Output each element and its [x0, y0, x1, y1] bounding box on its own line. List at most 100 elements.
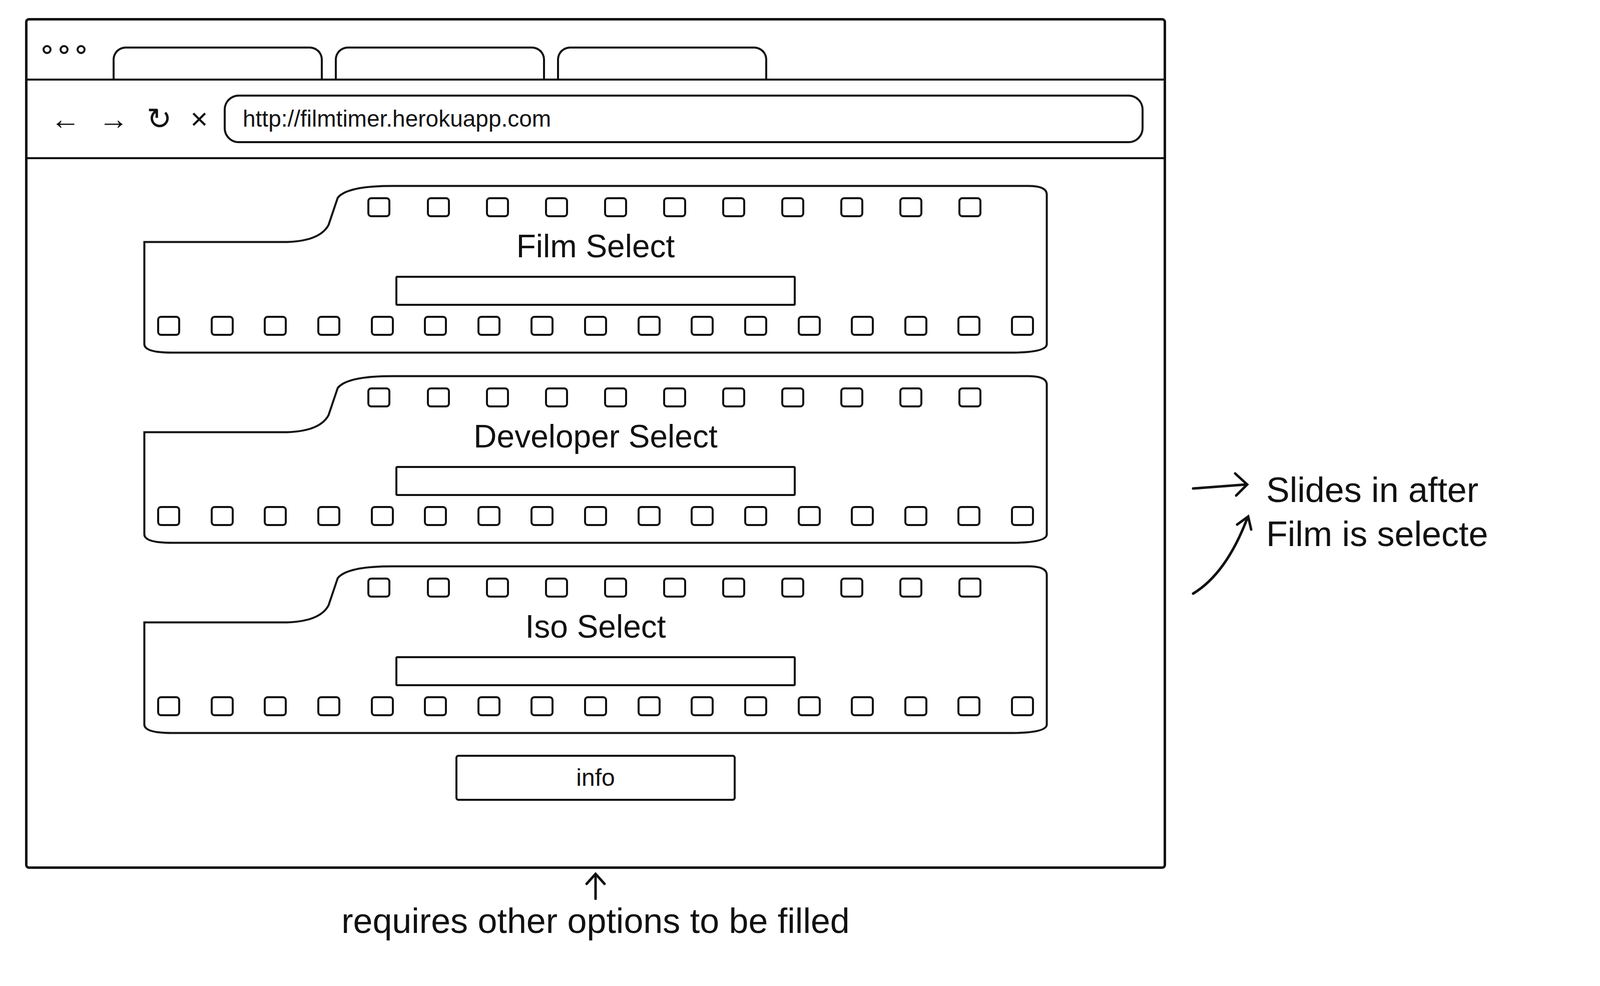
sprocket-hole-icon — [958, 577, 982, 598]
sprocket-hole-icon — [530, 696, 554, 717]
film-outline-icon — [135, 564, 1056, 735]
info-button[interactable]: info — [455, 754, 736, 801]
sprocket-hole-icon — [797, 505, 821, 526]
annotation-line: Film is selecte — [1266, 512, 1488, 557]
forward-button[interactable]: → — [95, 102, 132, 136]
sprocket-hole-icon — [477, 315, 501, 336]
side-note: Slides in afterFilm is selecte — [1191, 458, 1488, 609]
sprocket-hole-icon — [423, 696, 447, 717]
sprocket-hole-icon — [840, 577, 864, 598]
panel-body: Developer Select — [157, 387, 1034, 526]
sprocket-hole-icon — [426, 197, 450, 218]
select-field[interactable] — [395, 275, 796, 306]
back-button[interactable]: ← — [47, 102, 84, 136]
sprocket-hole-icon — [477, 696, 501, 717]
sprocket-hole-icon — [485, 387, 509, 408]
sprocket-hole-icon — [781, 577, 805, 598]
sprocket-hole-icon — [957, 696, 981, 717]
sprocket-hole-icon — [317, 696, 341, 717]
page: ← → ↻ × http://filmtimer.herokuapp.com Film S… — [0, 0, 1600, 986]
sprocket-hole-icon — [157, 696, 181, 717]
select-field[interactable] — [395, 465, 796, 496]
sprocket-hole-icon — [370, 505, 394, 526]
annotation: requires other options to be filled — [341, 899, 850, 942]
sprocket-hole-icon — [722, 577, 746, 598]
sprocket-hole-icon — [604, 197, 628, 218]
browser-tab[interactable] — [112, 46, 323, 79]
sprocket-row — [157, 696, 1034, 717]
sprocket-hole-icon — [423, 505, 447, 526]
sprocket-hole-icon — [663, 577, 687, 598]
select-field[interactable] — [395, 656, 796, 687]
sprocket-hole-icon — [781, 387, 805, 408]
url-field[interactable]: http://filmtimer.herokuapp.com — [223, 94, 1144, 144]
panel-title: Developer Select — [157, 417, 1034, 456]
sprocket-hole-icon — [904, 315, 928, 336]
panel-title: Film Select — [157, 227, 1034, 266]
sprocket-hole-icon — [210, 315, 234, 336]
window-dot-icon[interactable] — [76, 45, 86, 55]
sprocket-hole-icon — [604, 387, 628, 408]
sprocket-hole-icon — [1010, 696, 1034, 717]
sprocket-hole-icon — [367, 577, 391, 598]
sprocket-hole-icon — [781, 197, 805, 218]
sprocket-hole-icon — [367, 197, 391, 218]
bottom-note: requires other options to be filled — [25, 871, 1167, 942]
sprocket-hole-icon — [210, 696, 234, 717]
browser-tab[interactable] — [557, 46, 768, 79]
window-controls — [42, 45, 86, 55]
annotation: Slides in afterFilm is selecte — [1266, 458, 1488, 557]
window-dot-icon[interactable] — [59, 45, 69, 55]
sprocket-hole-icon — [584, 696, 608, 717]
sprocket-hole-icon — [317, 315, 341, 336]
sprocket-hole-icon — [485, 577, 509, 598]
sprocket-row — [367, 577, 981, 598]
browser-tab[interactable] — [334, 46, 546, 79]
panel-body: Film Select — [157, 197, 1034, 336]
sprocket-hole-icon — [367, 387, 391, 408]
stop-button[interactable]: × — [186, 102, 212, 136]
sprocket-row — [367, 387, 981, 408]
sprocket-hole-icon — [637, 505, 661, 526]
sprocket-hole-icon — [370, 696, 394, 717]
sprocket-hole-icon — [797, 315, 821, 336]
sprocket-hole-icon — [722, 197, 746, 218]
sprocket-hole-icon — [958, 197, 982, 218]
sprocket-hole-icon — [477, 505, 501, 526]
sprocket-hole-icon — [530, 505, 554, 526]
tab-strip — [27, 20, 1164, 81]
sprocket-hole-icon — [604, 577, 628, 598]
sprocket-hole-icon — [210, 505, 234, 526]
sprocket-hole-icon — [690, 315, 714, 336]
sprocket-hole-icon — [1010, 505, 1034, 526]
sprocket-hole-icon — [637, 315, 661, 336]
sprocket-hole-icon — [957, 505, 981, 526]
sprocket-hole-icon — [850, 315, 874, 336]
sprocket-hole-icon — [663, 197, 687, 218]
window-dot-icon[interactable] — [42, 45, 52, 55]
sprocket-hole-icon — [957, 315, 981, 336]
sprocket-hole-icon — [840, 197, 864, 218]
sprocket-hole-icon — [744, 505, 768, 526]
top-area: ← → ↻ × http://filmtimer.herokuapp.com Film S… — [25, 18, 1585, 869]
sprocket-hole-icon — [545, 387, 569, 408]
panel-body: Iso Select — [157, 577, 1034, 717]
sprocket-hole-icon — [545, 577, 569, 598]
sprocket-hole-icon — [840, 387, 864, 408]
reload-button[interactable]: ↻ — [143, 102, 175, 136]
content-area: Film Select Developer Select Iso Select inf… — [27, 159, 1164, 821]
sprocket-hole-icon — [722, 387, 746, 408]
sprocket-hole-icon — [797, 696, 821, 717]
annotation-line: Slides in after — [1266, 468, 1488, 513]
sprocket-hole-icon — [904, 696, 928, 717]
sprocket-hole-icon — [545, 197, 569, 218]
sprocket-hole-icon — [423, 315, 447, 336]
sprocket-hole-icon — [157, 505, 181, 526]
sprocket-hole-icon — [899, 197, 923, 218]
sprocket-hole-icon — [530, 315, 554, 336]
film-panel: Iso Select — [135, 564, 1056, 735]
film-outline-icon — [135, 374, 1056, 545]
sprocket-hole-icon — [637, 696, 661, 717]
up-arrow-icon — [580, 871, 611, 900]
browser-window: ← → ↻ × http://filmtimer.herokuapp.com Film S… — [25, 18, 1167, 869]
